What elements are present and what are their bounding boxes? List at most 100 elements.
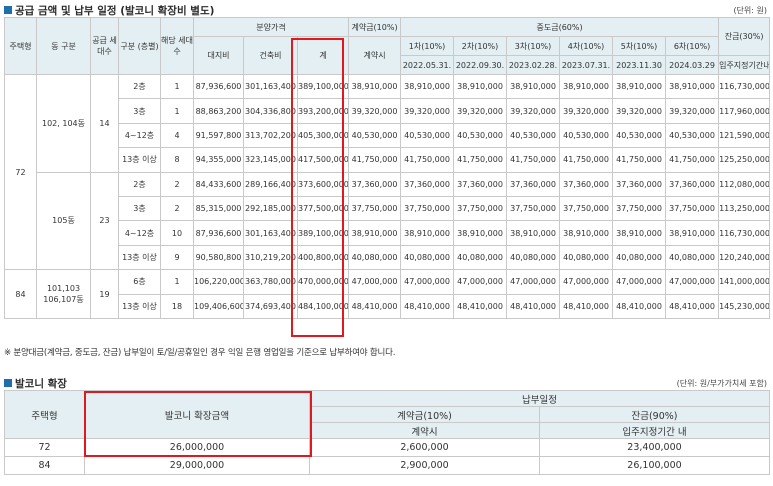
cell-type: 84 — [4, 269, 37, 319]
cell-households: 23 — [90, 171, 119, 271]
th-balance: 잔금(30%) — [718, 17, 771, 56]
cell-middle-5: 40,080,000 — [612, 244, 667, 271]
table-row: 72 102, 104동 14 2층 1 87,936,600 301,163,400 389… — [4, 73, 771, 271]
table-row: 84 29,000,000 2,900,000 26,100,000 — [4, 456, 770, 475]
cell-land: 87,936,600 — [193, 73, 244, 100]
th2-amount: 발코니 확장금액 — [84, 390, 310, 439]
cell-floor-households: 8 — [160, 147, 194, 173]
cell-total: 393,200,000 — [296, 98, 350, 124]
table-row: 84 101,103 106,107동 19 6층 1 106,220,000 363,78… — [4, 269, 771, 319]
cell-balance: 120,240,000 — [718, 244, 771, 271]
cell-middle-6: 40,530,000 — [665, 122, 720, 149]
cell-contract: 48,410,000 — [348, 293, 402, 319]
th2-type: 주택형 — [4, 390, 85, 439]
cell-middle-1: 38,910,000 — [400, 220, 455, 246]
cell-middle-5: 48,410,000 — [612, 293, 667, 319]
payment-note: ※ 분양대금(계약금, 중도금, 잔금) 납부일이 토/일/공휴일인 경우 익일… — [4, 348, 396, 358]
cell-building: 310,219,200 — [243, 244, 298, 271]
cell-middle-6: 38,910,000 — [665, 73, 720, 100]
cell-total: 405,300,000 — [296, 122, 350, 149]
cell-middle-1: 48,410,000 — [400, 293, 455, 319]
cell-balance: 141,000,000 — [718, 269, 771, 295]
cell-floor-households: 1 — [160, 73, 194, 100]
cell-floor: 3층 — [118, 98, 161, 124]
cell-floor-households: 2 — [160, 171, 194, 197]
cell-middle-2: 38,910,000 — [453, 73, 508, 100]
cell-building: 304,336,800 — [243, 98, 298, 124]
cell-contract: 39,320,000 — [348, 98, 402, 124]
cell-middle-5: 47,000,000 — [612, 269, 667, 295]
cell-building: 313,702,200 — [243, 122, 298, 149]
cell-floor: 6층 — [118, 269, 161, 295]
cell-floor: 4~12층 — [118, 122, 161, 149]
cell-balance: 121,590,000 — [718, 122, 771, 149]
cell-middle-3: 40,080,000 — [506, 244, 561, 271]
cell-contract: 38,910,000 — [348, 220, 402, 246]
cell-middle-5: 41,750,000 — [612, 147, 667, 173]
th-sale-price: 분양가격 — [192, 17, 350, 37]
table-row: 3층 1 88,863,200 304,336,800 393,200,000 39,32… — [5, 98, 771, 124]
supply-table-body: 72 102, 104동 14 2층 1 87,936,600 301,163,400 389… — [4, 73, 771, 319]
cell-building: 363,780,000 — [243, 269, 298, 295]
cell-contract: 2,900,000 — [309, 456, 540, 475]
balcony-table: 주택형 발코니 확장금액 납부일정 계약금(10%) 잔금(90%) 계약시 입… — [4, 390, 770, 475]
th2-contract-sub: 계약시 — [309, 422, 540, 439]
th-floor: 구분 (층별) — [118, 17, 161, 75]
cell-middle-6: 39,320,000 — [665, 98, 720, 124]
cell-middle-2: 40,080,000 — [453, 244, 508, 271]
cell-middle-5: 38,910,000 — [612, 73, 667, 100]
th-floor-households: 해당 세대수 — [160, 17, 194, 75]
cell-land: 106,220,000 — [193, 269, 244, 295]
th-middle-date-5: 2023.11.30 — [612, 55, 667, 75]
cell-dong: 101,103 106,107동 — [36, 269, 91, 319]
cell-balance: 116,730,000 — [718, 73, 771, 100]
th-middle-2: 2차(10%) — [453, 36, 508, 56]
cell-floor-households: 2 — [160, 195, 194, 222]
cell-middle-1: 39,320,000 — [400, 98, 455, 124]
cell-balance: 117,960,000 — [718, 98, 771, 124]
th-total: 계 — [296, 36, 350, 75]
th-balance-sub: 입주지정기간내 — [718, 55, 771, 75]
cell-middle-2: 39,320,000 — [453, 98, 508, 124]
cell-middle-3: 40,530,000 — [506, 122, 561, 149]
unit-label: (단위: 원) — [733, 6, 767, 15]
cell-contract: 47,000,000 — [348, 269, 402, 295]
cell-middle-2: 48,410,000 — [453, 293, 508, 319]
th-middle-6: 6차(10%) — [665, 36, 720, 56]
cell-building: 374,693,400 — [243, 293, 298, 319]
cell-balance: 145,230,000 — [718, 293, 771, 319]
cell-floor: 3층 — [118, 195, 161, 222]
cell-middle-6: 38,910,000 — [665, 220, 720, 246]
cell-building: 301,163,400 — [243, 73, 298, 100]
cell-floor: 13층 이상 — [118, 244, 161, 271]
th-middle-date-2: 2022.09.30. — [453, 55, 508, 75]
cell-type: 84 — [4, 456, 85, 475]
cell-middle-5: 37,360,000 — [612, 171, 667, 197]
th-type: 주택형 — [4, 17, 37, 75]
th-middle-date-1: 2022.05.31. — [400, 55, 455, 75]
cell-middle-5: 39,320,000 — [612, 98, 667, 124]
cell-middle-5: 40,530,000 — [612, 122, 667, 149]
cell-middle-2: 38,910,000 — [453, 220, 508, 246]
cell-dong: 105동 — [36, 171, 91, 271]
cell-total: 400,800,000 — [296, 244, 350, 271]
th-middle-date-4: 2023.07.31. — [559, 55, 614, 75]
th2-balance-sub: 입주지정기간 내 — [539, 422, 770, 439]
th2-balance: 잔금(90%) — [539, 406, 770, 423]
cell-building: 289,166,400 — [243, 171, 298, 197]
th-dong: 동 구분 — [36, 17, 91, 75]
cell-middle-4: 37,360,000 — [559, 171, 614, 197]
table-row: 105동 23 2층 2 84,433,600 289,166,400 373,600,00… — [5, 171, 771, 271]
cell-land: 94,355,000 — [193, 147, 244, 173]
th-middle-3: 3차(10%) — [506, 36, 561, 56]
cell-middle-4: 41,750,000 — [559, 147, 614, 173]
cell-floor: 13층 이상 — [118, 147, 161, 173]
square-bullet-icon — [4, 379, 12, 387]
cell-middle-4: 39,320,000 — [559, 98, 614, 124]
cell-middle-2: 47,000,000 — [453, 269, 508, 295]
cell-middle-4: 40,080,000 — [559, 244, 614, 271]
cell-land: 88,863,200 — [193, 98, 244, 124]
cell-contract: 40,080,000 — [348, 244, 402, 271]
table-row: 4~12층 10 87,936,600 301,163,400 389,100,000 3… — [5, 220, 771, 246]
cell-balcony-amount: 26,000,000 — [84, 438, 310, 457]
